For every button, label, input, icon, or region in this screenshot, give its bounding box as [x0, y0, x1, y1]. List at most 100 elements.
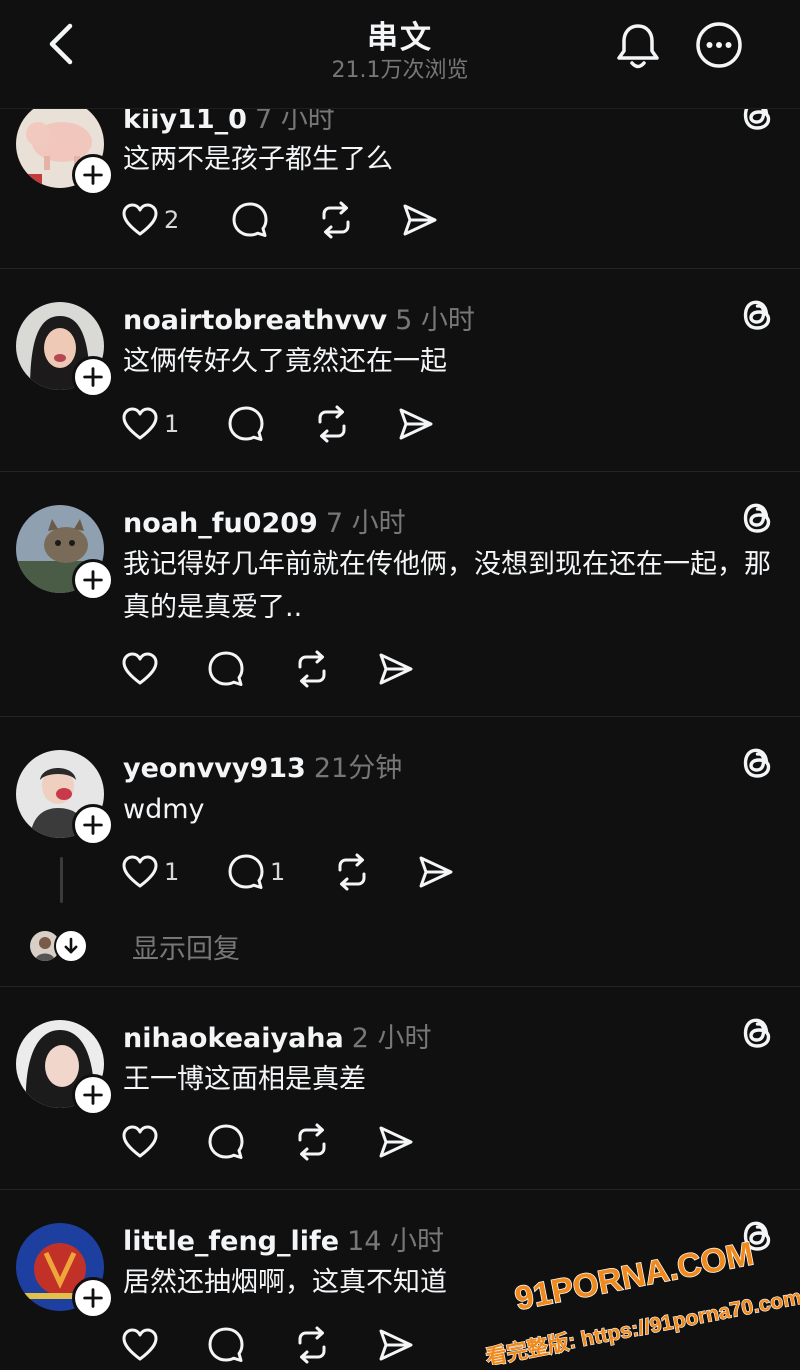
avatar[interactable] [16, 505, 114, 601]
username[interactable]: little_feng_life [123, 1226, 339, 1257]
plus-icon [78, 1080, 108, 1110]
like-button[interactable] [120, 1323, 160, 1367]
reply-button[interactable] [230, 198, 270, 242]
repost-icon [292, 1325, 332, 1365]
post-actions [120, 647, 440, 691]
like-button[interactable] [120, 647, 160, 691]
plus-icon [78, 565, 108, 595]
avatar[interactable] [16, 100, 114, 196]
heart-icon [120, 1122, 160, 1162]
post-time: 5 小时 [395, 305, 475, 336]
list-item: noairtobreathvvv 5 小时 这俩传好久了竟然还在一起 1 [0, 268, 800, 472]
heart-icon [120, 200, 160, 240]
like-button[interactable]: 1 [120, 850, 179, 894]
post-text: 我记得好几年前就在传他俩，没想到现在还在一起，那真的是真爱了.. [123, 549, 771, 623]
share-button[interactable] [376, 1120, 416, 1164]
reply-button[interactable] [226, 402, 266, 446]
threads-icon[interactable] [736, 1012, 778, 1054]
post-text: wdmy [123, 794, 205, 825]
plus-icon [78, 362, 108, 392]
avatar[interactable] [16, 1223, 114, 1319]
like-count: 1 [164, 858, 180, 886]
repost-button[interactable] [316, 198, 356, 242]
show-replies-label: 显示回复 [132, 933, 240, 965]
arrow-down-icon [54, 929, 88, 963]
post-time: 21分钟 [313, 753, 403, 784]
show-replies-button[interactable]: 显示回复 [30, 924, 240, 968]
threads-icon[interactable] [736, 294, 778, 336]
post-text: 这俩传好久了竟然还在一起 [123, 346, 447, 377]
username[interactable]: nihaokeaiyaha [123, 1023, 344, 1054]
share-button[interactable] [376, 1323, 416, 1367]
like-button[interactable]: 2 [120, 198, 179, 242]
send-icon [376, 1122, 416, 1162]
replies-feed: kiiy11_0 7 小时 这两不是孩子都生了么 2 noairtobreath… [0, 0, 800, 1370]
send-icon [396, 404, 436, 444]
send-icon [416, 852, 456, 892]
comment-icon [226, 404, 266, 444]
post-actions [120, 1120, 440, 1164]
avatar[interactable] [16, 750, 114, 846]
threads-icon[interactable] [736, 1215, 778, 1257]
more-options-button[interactable] [694, 20, 744, 70]
follow-button[interactable] [72, 154, 114, 196]
like-button[interactable] [120, 1120, 160, 1164]
send-icon [400, 200, 440, 240]
reply-button[interactable]: 1 [226, 850, 285, 894]
like-count: 1 [164, 410, 180, 438]
follow-button[interactable] [72, 1074, 114, 1116]
send-icon [376, 649, 416, 689]
reply-button[interactable] [206, 647, 246, 691]
plus-icon [78, 160, 108, 190]
follow-button[interactable] [72, 804, 114, 846]
repost-icon [312, 404, 352, 444]
share-button[interactable] [416, 850, 456, 894]
view-count: 21.1万次浏览 [331, 58, 469, 83]
page-title: 串文 [367, 20, 433, 56]
follow-button[interactable] [72, 356, 114, 398]
post-text: 王一博这面相是真差 [123, 1064, 366, 1095]
comment-icon [206, 649, 246, 689]
plus-icon [78, 1283, 108, 1313]
like-button[interactable]: 1 [120, 402, 179, 446]
repost-button[interactable] [312, 402, 352, 446]
username[interactable]: noairtobreathvvv [123, 305, 387, 336]
repost-icon [292, 1122, 332, 1162]
username[interactable]: noah_fu0209 [123, 508, 318, 539]
share-button[interactable] [376, 647, 416, 691]
follow-button[interactable] [72, 1277, 114, 1319]
repost-icon [292, 649, 332, 689]
notifications-button[interactable] [612, 20, 664, 72]
follow-button[interactable] [72, 559, 114, 601]
repost-button[interactable] [292, 1323, 332, 1367]
heart-icon [120, 404, 160, 444]
threads-icon[interactable] [736, 742, 778, 784]
share-button[interactable] [400, 198, 440, 242]
repost-icon [316, 200, 356, 240]
post-time: 14 小时 [347, 1226, 445, 1257]
post-actions: 1 [120, 402, 460, 446]
list-item: little_feng_life 14 小时 居然还抽烟啊，这真不知道 [0, 1189, 800, 1370]
share-button[interactable] [396, 402, 436, 446]
reply-button[interactable] [206, 1323, 246, 1367]
top-bar: 串文 21.1万次浏览 [0, 0, 800, 109]
heart-icon [120, 852, 160, 892]
repost-button[interactable] [332, 850, 372, 894]
comment-icon [226, 852, 266, 892]
comment-icon [206, 1122, 246, 1162]
threads-icon[interactable] [736, 497, 778, 539]
avatar[interactable] [16, 1020, 114, 1116]
repost-button[interactable] [292, 647, 332, 691]
post-text: 居然还抽烟啊，这真不知道 [123, 1267, 447, 1298]
comment-icon [230, 200, 270, 240]
post-actions: 1 1 [120, 850, 460, 894]
username[interactable]: yeonvvy913 [123, 753, 306, 784]
reply-count: 1 [270, 858, 286, 886]
reply-button[interactable] [206, 1120, 246, 1164]
repost-icon [332, 852, 372, 892]
avatar[interactable] [16, 302, 114, 398]
heart-icon [120, 1325, 160, 1365]
heart-icon [120, 649, 160, 689]
list-item: nihaokeaiyaha 2 小时 王一博这面相是真差 [0, 986, 800, 1190]
repost-button[interactable] [292, 1120, 332, 1164]
